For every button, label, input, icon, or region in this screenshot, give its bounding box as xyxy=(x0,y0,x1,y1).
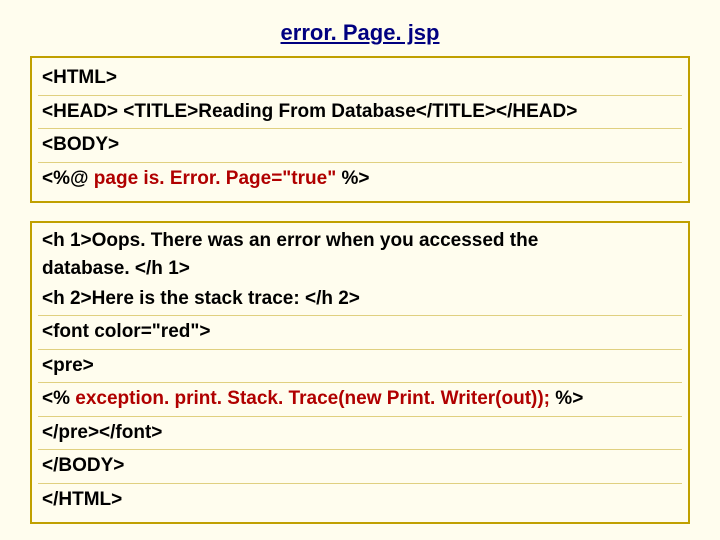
code-line: <%@ page is. Error. Page="true" %> xyxy=(38,162,682,196)
code-directive: exception. print. Stack. Trace(new Print… xyxy=(75,388,550,409)
code-line: <pre> xyxy=(38,349,682,383)
slide-page: error. Page. jsp <HTML> <HEAD> <TITLE>Re… xyxy=(0,0,720,524)
code-line: <h 1>Oops. There was an error when you a… xyxy=(38,227,682,255)
code-text: <% xyxy=(42,388,75,409)
code-line: <HTML> xyxy=(38,62,682,95)
code-text: %> xyxy=(550,388,583,409)
code-text: <%@ xyxy=(42,168,94,189)
code-directive: page is. Error. Page="true" xyxy=(94,168,336,189)
code-line: database. </h 1> xyxy=(38,255,682,283)
code-line: <HEAD> <TITLE>Reading From Database</TIT… xyxy=(38,95,682,129)
code-line: <h 2>Here is the stack trace: </h 2> xyxy=(38,283,682,316)
code-box-1: <HTML> <HEAD> <TITLE>Reading From Databa… xyxy=(30,56,690,203)
code-line: </HTML> xyxy=(38,483,682,517)
page-title: error. Page. jsp xyxy=(30,20,690,46)
code-box-2: <h 1>Oops. There was an error when you a… xyxy=(30,221,690,524)
code-text: %> xyxy=(336,168,369,189)
code-line: <BODY> xyxy=(38,128,682,162)
code-line: </BODY> xyxy=(38,449,682,483)
code-line: </pre></font> xyxy=(38,416,682,450)
code-line: <font color="red"> xyxy=(38,315,682,349)
code-line: <% exception. print. Stack. Trace(new Pr… xyxy=(38,382,682,416)
